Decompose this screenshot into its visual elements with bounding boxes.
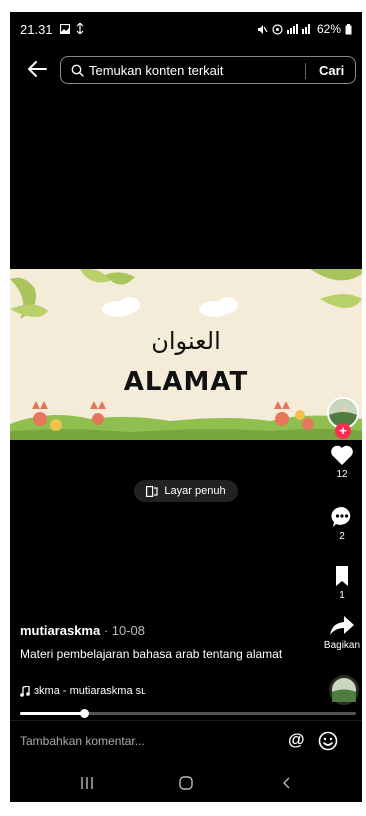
comment-count: 2 bbox=[339, 531, 345, 542]
fullscreen-label: Layar penuh bbox=[164, 485, 226, 497]
battery-percent: 62% bbox=[316, 22, 341, 36]
signal-icon bbox=[286, 24, 310, 34]
status-bar: 21.31 62% bbox=[10, 12, 362, 42]
music-info[interactable]: ɜkma - mutiaraskma sʟ bbox=[20, 685, 146, 697]
share-button[interactable]: Bagikan bbox=[322, 615, 362, 651]
post-description: Materi pembelajaran bahasa arab tentang … bbox=[20, 647, 283, 661]
video-progress-handle[interactable] bbox=[79, 709, 89, 718]
mention-icon[interactable]: @ bbox=[288, 730, 305, 750]
video-progress-fill bbox=[20, 712, 84, 715]
system-nav-bar bbox=[10, 764, 362, 802]
author-name[interactable]: mutiaraskma bbox=[20, 623, 100, 638]
status-right-icons: 62% bbox=[257, 22, 352, 36]
search-button[interactable]: Cari bbox=[319, 63, 344, 78]
video-arabic-title: العنوان bbox=[151, 327, 221, 355]
comment-bar: Tambahkan komentar... @ bbox=[10, 720, 362, 762]
like-button[interactable]: 12 bbox=[322, 444, 362, 480]
status-left-icons bbox=[60, 23, 84, 34]
recent-apps-icon bbox=[81, 777, 93, 789]
mute-icon bbox=[257, 24, 268, 34]
search-divider bbox=[305, 63, 306, 79]
mobile-data-icon bbox=[76, 23, 84, 34]
recent-apps-button[interactable] bbox=[72, 772, 102, 794]
battery-icon bbox=[345, 23, 352, 34]
save-button[interactable]: 1 bbox=[322, 565, 362, 601]
video-frame[interactable]: العنوان ALAMAT bbox=[10, 269, 362, 440]
comment-icon bbox=[331, 506, 351, 527]
comment-input[interactable]: Tambahkan komentar... bbox=[20, 734, 145, 748]
back-button[interactable] bbox=[272, 772, 302, 794]
share-arrow-icon bbox=[330, 616, 354, 635]
like-count: 12 bbox=[336, 469, 348, 480]
music-note-icon bbox=[20, 685, 30, 697]
back-arrow-icon[interactable] bbox=[26, 58, 48, 80]
app-screen: 21.31 62% Temukan konten terkait Cari ال… bbox=[10, 12, 362, 802]
video-progress-bar[interactable] bbox=[20, 709, 356, 718]
save-count: 1 bbox=[339, 590, 345, 601]
chevron-left-icon bbox=[283, 777, 290, 789]
search-bar[interactable]: Temukan konten terkait Cari bbox=[60, 56, 356, 84]
music-disc[interactable] bbox=[329, 675, 359, 705]
music-title: ɜkma - mutiaraskma sʟ bbox=[34, 685, 146, 697]
status-time: 21.31 bbox=[20, 22, 53, 37]
post-date: · 10-08 bbox=[100, 623, 146, 638]
search-input[interactable]: Temukan konten terkait bbox=[89, 63, 223, 78]
comment-button[interactable]: 2 bbox=[322, 506, 362, 542]
fullscreen-icon bbox=[146, 485, 159, 497]
gallery-icon bbox=[60, 23, 70, 34]
music-disc-image bbox=[332, 678, 356, 702]
video-title: ALAMAT bbox=[123, 367, 249, 397]
post-author-line[interactable]: mutiaraskma · 10-08 bbox=[20, 623, 145, 638]
home-icon bbox=[179, 776, 193, 790]
home-button[interactable] bbox=[171, 772, 201, 794]
hotspot-icon bbox=[272, 23, 283, 35]
heart-icon bbox=[331, 445, 353, 465]
share-label: Bagikan bbox=[323, 640, 361, 651]
follow-button[interactable]: + bbox=[335, 423, 351, 439]
emoji-icon[interactable] bbox=[318, 731, 338, 751]
search-icon bbox=[71, 64, 84, 77]
bookmark-icon bbox=[336, 566, 348, 586]
fullscreen-button[interactable]: Layar penuh bbox=[134, 480, 238, 502]
